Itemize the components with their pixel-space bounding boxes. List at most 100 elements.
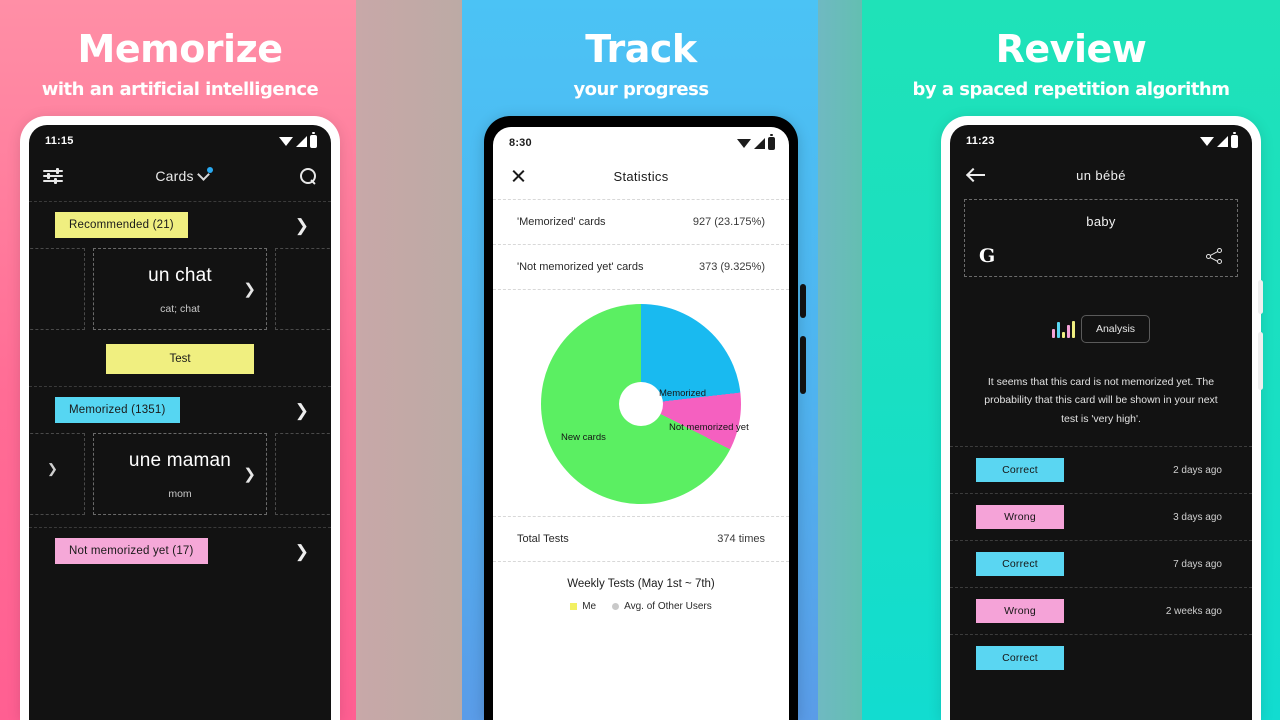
card-ghost-right[interactable] [275,433,331,515]
history-row: Wrong 3 days ago [950,493,1252,540]
promo-panel-review: Review by a spaced repetition algorithm … [862,0,1280,720]
panel-headline: Track [585,27,697,71]
battery-icon [310,131,317,148]
panel-headline: Memorize [77,27,283,71]
phone-frame-1: 11:15 Cards Recommended (21) ❯ un chat c… [20,116,340,720]
history-timestamp: 2 days ago [1173,464,1222,476]
panel-subheadline: with an artificial intelligence [41,79,319,100]
answer-actions: G [979,247,1223,266]
app-bar-title: un bébé [1076,167,1126,183]
screenshot-stage: Memorize with an artificial intelligence… [0,0,1280,720]
card-next-icon[interactable]: ❯ [243,465,256,483]
stat-row-not-memorized: 'Not memorized yet' cards 373 (9.325%) [493,244,789,289]
history-result-badge: Correct [976,458,1064,483]
analysis-button[interactable]: Analysis [1080,315,1151,343]
phone-screen-3: 11:23 un bébé baby G Analysis It seems t… [950,125,1252,720]
battery-icon [1231,131,1238,148]
status-icons [279,131,317,148]
signal-icon [754,137,765,149]
wifi-icon [1200,136,1214,146]
filter-icon[interactable] [43,168,63,184]
history-result-badge: Correct [976,552,1064,577]
status-bar-1: 11:15 [29,125,331,151]
phone-screen-1: 11:15 Cards Recommended (21) ❯ un chat c… [29,125,331,720]
section-header-recommended[interactable]: Recommended (21) ❯ [29,212,331,238]
section-not-memorized: Not memorized yet (17) ❯ [29,527,331,576]
panel-divider-1 [356,0,464,720]
slice-label-memorized: Memorized [659,388,706,399]
card-recommended[interactable]: un chat cat; chat ❯ [93,248,267,330]
google-search-icon[interactable]: G [979,247,995,266]
card-next-icon[interactable]: ❯ [243,280,256,298]
app-bar-2: Statistics [493,153,789,199]
card-front-text: une maman [128,450,232,471]
phone-frame-3: 11:23 un bébé baby G Analysis It seems t… [941,116,1261,720]
card-carousel-memorized[interactable]: ❯ une maman mom ❯ [29,423,331,515]
donut-hole [619,382,663,426]
notification-dot-icon [206,167,213,173]
card-memorized[interactable]: une maman mom ❯ [93,433,267,515]
legend-label-me: Me [582,601,597,612]
legend-item-me: Me [570,601,596,612]
card-ghost-right[interactable] [275,248,331,330]
promo-panel-memorize: Memorize with an artificial intelligence… [0,0,360,720]
chip-not-memorized[interactable]: Not memorized yet (17) [55,538,208,564]
battery-icon [768,133,775,150]
legend-swatch-avg [612,602,620,610]
chevron-right-icon[interactable]: ❯ [295,543,309,560]
chip-recommended[interactable]: Recommended (21) [55,212,188,238]
phone-frame-2: 8:30 Statistics 'Memorized' cards 927 (2… [484,116,798,720]
weekly-tests-legend: Me Avg. of Other Users [493,590,789,612]
stat-row-total-tests: Total Tests 374 times [493,516,789,561]
section-header-not-memorized[interactable]: Not memorized yet (17) ❯ [29,538,331,564]
status-icons [737,133,775,150]
analysis-description: It seems that this card is not memorized… [984,376,1218,425]
phone-volume-button [1258,332,1263,390]
card-carousel-recommended[interactable]: un chat cat; chat ❯ [29,238,331,330]
bar-chart-icon [1051,320,1075,338]
weekly-tests-section: Weekly Tests (May 1st ~ 7th) Me Avg. of … [493,561,789,612]
answer-card: baby G [964,199,1238,277]
history-timestamp: 3 days ago [1173,511,1222,523]
promo-panel-track: Track your progress 8:30 Statistics 'Mem… [462,0,820,720]
donut-chart: Memorized Not memorized yet New cards [541,304,749,504]
app-bar-title: Statistics [613,168,669,184]
weekly-tests-title: Weekly Tests (May 1st ~ 7th) [567,578,715,590]
status-time: 11:23 [966,135,995,147]
chevron-right-icon[interactable]: ❯ [295,217,309,234]
history-result-badge: Correct [976,646,1064,671]
history-result-badge: Wrong [976,505,1064,530]
stat-label: 'Not memorized yet' cards [517,261,644,273]
search-icon[interactable] [300,167,317,185]
section-header-memorized[interactable]: Memorized (1351) ❯ [29,397,331,423]
history-row-partial: Correct [950,634,1252,681]
cards-dropdown[interactable]: Cards [155,167,213,184]
status-icons [1200,131,1238,148]
stat-row-memorized: 'Memorized' cards 927 (23.175%) [493,199,789,244]
history-row: Correct 2 days ago [950,446,1252,493]
card-prev-icon[interactable]: ❯ [47,461,58,477]
card-ghost-left[interactable] [29,248,85,330]
app-bar-title: Cards [155,168,194,184]
chevron-right-icon[interactable]: ❯ [295,402,309,419]
card-ghost-left[interactable]: ❯ [29,433,85,515]
signal-icon [296,135,307,147]
wifi-icon [737,138,751,148]
test-button[interactable]: Test [106,344,254,374]
status-bar-2: 8:30 [493,127,789,153]
phone-volume-button [800,336,806,394]
answer-text: baby [1086,214,1116,229]
history-row: Correct 7 days ago [950,540,1252,587]
panel-subheadline: by a spaced repetition algorithm [912,79,1230,100]
legend-label-avg: Avg. of Other Users [624,601,712,612]
history-timestamp: 7 days ago [1173,558,1222,570]
phone-side-button [800,284,806,318]
app-bar-1: Cards [29,151,331,201]
panel-divider-2 [818,0,864,720]
history-timestamp: 2 weeks ago [1165,605,1222,617]
legend-swatch-me [570,602,578,610]
share-icon[interactable] [1206,248,1223,265]
chip-memorized[interactable]: Memorized (1351) [55,397,180,423]
phone-side-button [1258,280,1263,314]
slice-label-not-memorized: Not memorized yet [669,422,749,433]
